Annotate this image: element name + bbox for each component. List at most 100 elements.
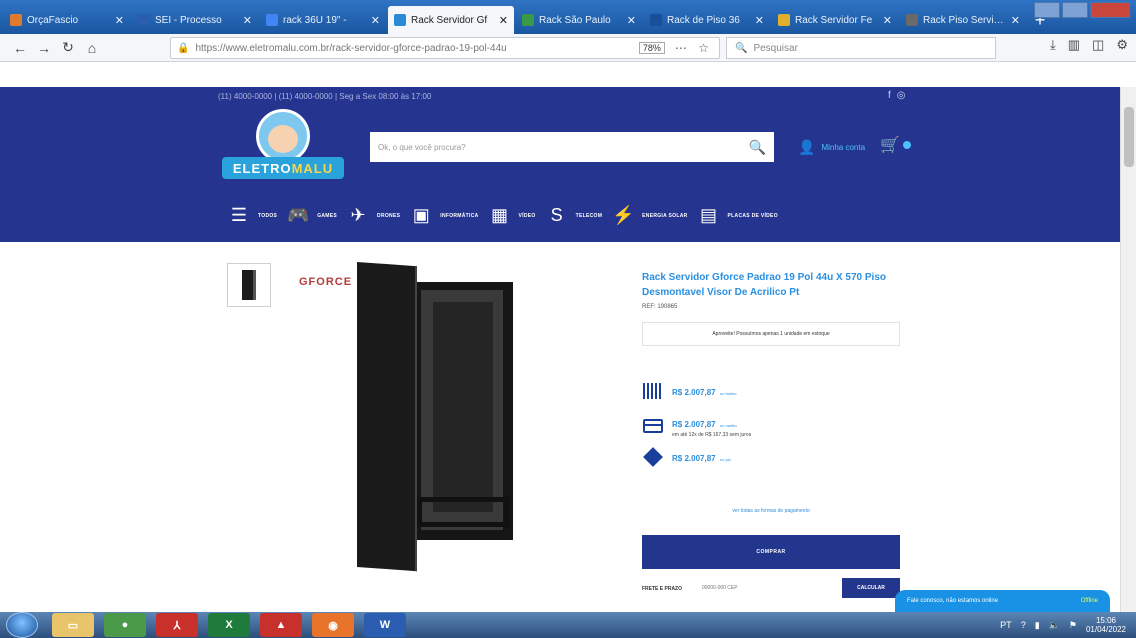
buy-button[interactable]: COMPRAR	[642, 535, 900, 569]
menu-item-label: DRONES	[377, 212, 401, 219]
close-icon[interactable]: ✕	[883, 14, 892, 27]
help-icon[interactable]: ?	[1021, 620, 1026, 630]
menu-item[interactable]: S TELECOM	[546, 205, 603, 226]
tab-title: Rack de Piso 36	[667, 14, 740, 26]
browser-search-input[interactable]: 🔍 Pesquisar	[726, 37, 996, 59]
cart-button[interactable]: 🛒	[880, 135, 911, 155]
gamepad-icon: 🎮	[287, 205, 310, 225]
windows-taskbar: ▭ ● ⅄ X ▲ ◉ W PT ? ▮ 🔈 ⚑ 15:06 01/04/2022	[0, 612, 1136, 638]
chat-status: Offline	[1080, 598, 1098, 604]
close-window-icon[interactable]	[1090, 2, 1130, 18]
favicon-icon	[10, 14, 22, 26]
library-icon[interactable]: ▥	[1068, 37, 1080, 53]
explorer-icon[interactable]: ▭	[52, 613, 94, 637]
menu-item-label: GAMES	[317, 212, 338, 219]
url-bar[interactable]: 🔒 https://www.eletromalu.com.br/rack-ser…	[170, 37, 720, 59]
system-tray: PT ? ▮ 🔈 ⚑ 15:06 01/04/2022	[1000, 616, 1126, 634]
browser-tab[interactable]: Rack de Piso 36 ✕	[644, 6, 770, 34]
search-icon[interactable]: 🔍	[749, 139, 766, 156]
language-indicator[interactable]: PT	[1000, 620, 1012, 630]
facebook-icon[interactable]: f	[888, 90, 897, 101]
acrobat-icon[interactable]: ⅄	[156, 613, 198, 637]
browser-tab[interactable]: Rack São Paulo ✕	[516, 6, 642, 34]
menu-item-label: VÍDEO	[518, 212, 536, 219]
url-text[interactable]: https://www.eletromalu.com.br/rack-servi…	[195, 43, 632, 54]
cart-badge	[902, 141, 911, 149]
tab-title: Rack Piso Servidor	[923, 14, 1007, 26]
excel-icon[interactable]: X	[208, 613, 250, 637]
logo-text: ELETRO MALU	[222, 157, 344, 179]
maximize-icon[interactable]	[1062, 2, 1088, 18]
home-icon[interactable]: ⌂	[80, 37, 104, 59]
pix-icon	[642, 447, 664, 467]
close-icon[interactable]: ✕	[627, 14, 636, 27]
browser-tab[interactable]: SEI - Processo ✕	[132, 6, 258, 34]
favicon-icon	[650, 14, 662, 26]
site-logo[interactable]: ELETRO MALU	[222, 109, 344, 189]
tab-title: Rack Servidor Fe	[795, 14, 873, 26]
site-search-input[interactable]: Ok, o que você procura? 🔍	[370, 132, 774, 162]
network-icon[interactable]: ▮	[1035, 620, 1040, 631]
close-icon[interactable]: ✕	[371, 14, 380, 27]
menu-item[interactable]: ▦ VÍDEO	[489, 205, 536, 226]
menu-item[interactable]: ▤ PLACAS DE VÍDEO	[698, 205, 778, 226]
browser-tab[interactable]: OrçaFascio ✕	[4, 6, 130, 34]
minimize-icon[interactable]	[1034, 2, 1060, 18]
calculate-freight-button[interactable]: CALCULAR	[842, 578, 900, 598]
page-scrollbar[interactable]	[1120, 87, 1136, 612]
favicon-icon	[394, 14, 406, 26]
close-icon[interactable]: ✕	[243, 14, 252, 27]
account-link[interactable]: 👤 Minha conta	[798, 139, 865, 156]
menu-icon: ☰	[230, 205, 248, 225]
browser-nav-bar: ← → ↻ ⌂ 🔒 https://www.eletromalu.com.br/…	[0, 34, 1136, 62]
rack-thumbnail-image	[242, 270, 256, 300]
product-thumbnail[interactable]	[227, 263, 271, 307]
account-label: Minha conta	[821, 143, 866, 152]
menu-item[interactable]: 🎮 GAMES	[287, 205, 337, 226]
close-icon[interactable]: ✕	[115, 14, 124, 27]
instagram-icon[interactable]: ◎	[897, 90, 912, 101]
forward-icon[interactable]: →	[32, 37, 56, 59]
cep-input[interactable]	[702, 582, 832, 594]
rack-base	[417, 497, 509, 527]
clock[interactable]: 15:06 01/04/2022	[1086, 616, 1126, 634]
back-icon[interactable]: ←	[8, 37, 32, 59]
category-menu: ☰ TODOS 🎮 GAMES ✈ DRONES ▣ INFORMÁTICA ▦ VÍDEO S TE…	[228, 205, 778, 226]
autocad-icon[interactable]: ▲	[260, 613, 302, 637]
browser-tab[interactable]: Rack Piso Servidor ✕	[900, 6, 1026, 34]
menu-item[interactable]: ▣ INFORMÁTICA	[410, 205, 479, 226]
flag-icon[interactable]: ⚑	[1069, 620, 1077, 631]
word-icon[interactable]: W	[364, 613, 406, 637]
drone-icon: ✈	[350, 205, 366, 225]
browser-tab[interactable]: Rack Servidor Gf ✕	[388, 6, 514, 34]
sidebar-icon[interactable]: ◫	[1092, 37, 1104, 53]
menu-item[interactable]: ⚡ ENERGIA SOLAR	[612, 205, 687, 226]
menu-item[interactable]: ✈ DRONES	[347, 205, 400, 226]
freight-label: FRETE E PRAZO	[642, 586, 683, 592]
zoom-level[interactable]: 78%	[638, 42, 665, 54]
favicon-icon	[266, 14, 278, 26]
page-actions-icon[interactable]: ⋯ ☆	[675, 41, 713, 55]
chat-text: Fale conosco, não estamos online	[907, 598, 999, 604]
close-icon[interactable]: ✕	[1011, 14, 1020, 27]
scrollbar-thumb[interactable]	[1124, 107, 1134, 167]
browser-tab[interactable]: Rack Servidor Fe ✕	[772, 6, 898, 34]
clock-date: 01/04/2022	[1085, 625, 1126, 634]
volume-icon[interactable]: 🔈	[1049, 620, 1060, 631]
download-icon[interactable]: ⤓	[1050, 37, 1056, 53]
browser-tab[interactable]: rack 36U 19" - ✕	[260, 6, 386, 34]
start-button-icon[interactable]	[6, 612, 38, 638]
price-boleto: R$ 2.007,87 no boleto	[642, 382, 737, 400]
reload-icon[interactable]: ↻	[56, 37, 80, 59]
menu-item[interactable]: ☰ TODOS	[228, 205, 277, 226]
chat-widget[interactable]: Fale conosco, não estamos online Offline	[895, 590, 1110, 612]
payment-options-link[interactable]: ver todas as formas de pagamento	[642, 508, 900, 514]
close-icon[interactable]: ✕	[755, 14, 764, 27]
close-icon[interactable]: ✕	[499, 14, 508, 27]
product-info: Rack Servidor Gforce Padrao 19 Pol 44u X…	[642, 270, 902, 600]
chrome-icon[interactable]: ●	[104, 613, 146, 637]
extension-icon[interactable]: ⚙	[1116, 37, 1128, 53]
menu-item-label: TODOS	[258, 212, 278, 219]
firefox-icon[interactable]: ◉	[312, 613, 354, 637]
product-image[interactable]	[355, 262, 515, 572]
